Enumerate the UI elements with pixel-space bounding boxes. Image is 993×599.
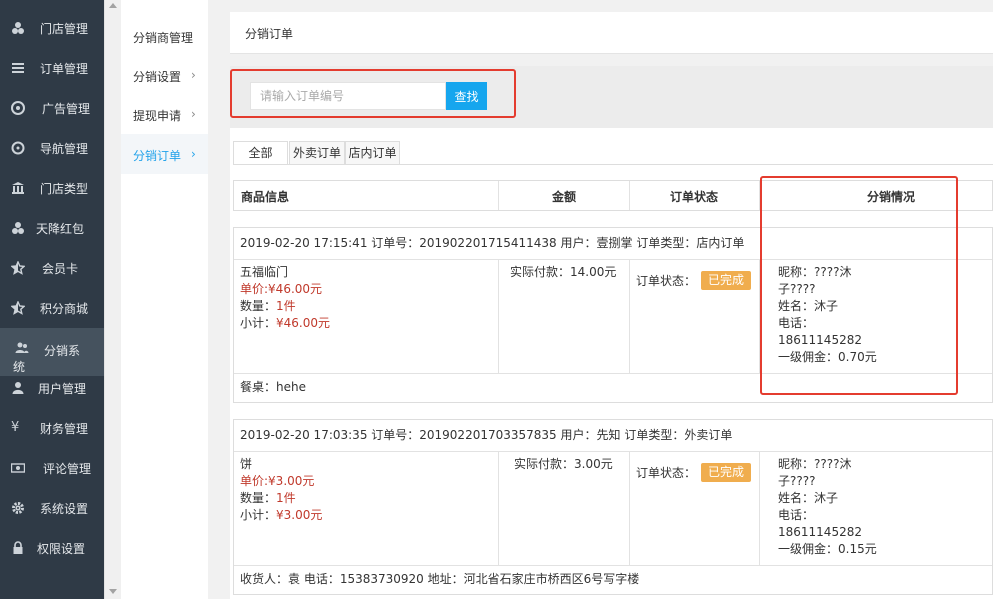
dist-nickname-cont: 子???? bbox=[778, 474, 816, 488]
sidebar-item-label: 门店管理 bbox=[40, 22, 89, 36]
product-subtotal: 小计：¥46.00元 bbox=[240, 316, 331, 330]
sidebar-item-label: 天降红包 bbox=[36, 222, 85, 236]
sidebar-item-member-card[interactable]: 会员卡 bbox=[0, 248, 104, 288]
gear-icon bbox=[11, 501, 25, 515]
tab-takeout[interactable]: 外卖订单 bbox=[289, 141, 345, 165]
sidebar-item-navigation[interactable]: 导航管理 bbox=[0, 128, 104, 168]
paid-amount: 实际付款：14.00元 bbox=[510, 265, 617, 279]
sidebar-item-label: 订单管理 bbox=[40, 62, 89, 76]
order-summary: 2019-02-20 17:03:35 订单号：2019022017033578… bbox=[240, 428, 733, 442]
cubes-icon bbox=[11, 221, 25, 235]
money-icon bbox=[11, 461, 25, 475]
list-icon bbox=[11, 61, 25, 75]
lock-icon bbox=[11, 541, 25, 555]
star-half-icon bbox=[11, 261, 25, 275]
compass-icon bbox=[11, 141, 25, 155]
sidebar-item-orders[interactable]: 订单管理 bbox=[0, 48, 104, 88]
paid-amount: 实际付款：3.00元 bbox=[514, 457, 613, 471]
status-label: 订单状态： bbox=[636, 274, 697, 288]
order-card: 2019-02-20 17:03:35 订单号：2019022017033578… bbox=[233, 419, 993, 595]
star-half-icon bbox=[11, 301, 25, 315]
order-footer: 餐桌：hehe bbox=[240, 380, 306, 394]
status-badge: 已完成 bbox=[701, 463, 751, 482]
order-footer: 收货人：袁 电话：15383730920 地址：河北省石家庄市桥西区6号写字楼 bbox=[240, 572, 640, 586]
product-name: 饼 bbox=[240, 457, 253, 471]
user-icon bbox=[11, 381, 25, 395]
main-content: 分销订单 查找 全部 外卖订单 店内订单 商品信息 金额 订单状态 分销情况 2… bbox=[208, 0, 993, 599]
submenu-item-distribution-settings[interactable]: 分销设置 › bbox=[121, 55, 208, 95]
sidebar-item-points-mall[interactable]: 积分商城 bbox=[0, 288, 104, 328]
sidebar-item-label: 导航管理 bbox=[40, 142, 89, 156]
users-icon bbox=[15, 341, 29, 355]
yen-icon: ¥ bbox=[11, 420, 20, 435]
submenu-item-label: 分销商管理 bbox=[133, 31, 194, 45]
sidebar-item-label: 系统设置 bbox=[40, 502, 89, 516]
page-header: 分销订单 bbox=[230, 12, 993, 54]
sidebar-item-label: 门店类型 bbox=[40, 182, 89, 196]
product-price: 单价:¥46.00元 bbox=[240, 282, 323, 296]
product-qty: 数量：1件 bbox=[240, 299, 296, 313]
chevron-right-icon: › bbox=[191, 107, 196, 121]
sidebar-item-finance[interactable]: ¥ 财务管理 bbox=[0, 408, 104, 448]
tab-underline bbox=[233, 164, 993, 165]
submenu-item-withdraw[interactable]: 提现申请 › bbox=[121, 94, 208, 134]
order-summary: 2019-02-20 17:15:41 订单号：2019022017154114… bbox=[240, 236, 745, 250]
submenu-item-label: 分销设置 bbox=[133, 70, 182, 84]
tab-in-store[interactable]: 店内订单 bbox=[345, 141, 400, 165]
sidebar-item-label: 权限设置 bbox=[37, 542, 86, 556]
lifebuoy-icon bbox=[11, 101, 25, 115]
tab-all[interactable]: 全部 bbox=[233, 141, 288, 165]
cubes-icon bbox=[11, 21, 25, 35]
sidebar-item-permissions[interactable]: 权限设置 bbox=[0, 528, 104, 568]
status-label: 订单状态： bbox=[636, 466, 697, 480]
main-sidebar: 门店管理 订单管理 广告管理 导航管理 门店类型 天降红包 会员卡 积分商城 分… bbox=[0, 0, 104, 599]
sidebar-item-label: 分销系 bbox=[44, 344, 81, 358]
search-highlight-box bbox=[230, 69, 516, 118]
scroll-up-arrow-icon[interactable] bbox=[109, 3, 117, 8]
sidebar-item-users[interactable]: 用户管理 bbox=[0, 368, 104, 408]
dist-phone: 18611145282 bbox=[778, 525, 862, 539]
chevron-right-icon: › bbox=[191, 147, 196, 161]
sidebar-item-store[interactable]: 门店管理 bbox=[0, 8, 104, 48]
submenu-item-label: 分销订单 bbox=[133, 149, 182, 163]
dist-commission: 一级佣金：0.15元 bbox=[778, 542, 877, 556]
sidebar-item-red-packet[interactable]: 天降红包 bbox=[0, 208, 104, 248]
submenu-item-label: 提现申请 bbox=[133, 109, 182, 123]
distribution-highlight-box bbox=[760, 176, 958, 395]
sidebar-scrollbar[interactable] bbox=[104, 0, 121, 599]
scroll-down-arrow-icon[interactable] bbox=[109, 589, 117, 594]
page-title: 分销订单 bbox=[245, 27, 294, 41]
sidebar-item-settings[interactable]: 系统设置 bbox=[0, 488, 104, 528]
product-name: 五福临门 bbox=[240, 265, 289, 279]
sidebar-item-store-type[interactable]: 门店类型 bbox=[0, 168, 104, 208]
bank-icon bbox=[11, 181, 25, 195]
sidebar-item-label: 积分商城 bbox=[40, 302, 89, 316]
product-price: 单价:¥3.00元 bbox=[240, 474, 315, 488]
sidebar-item-ads[interactable]: 广告管理 bbox=[0, 88, 104, 128]
dist-nickname: 昵称：????沐 bbox=[778, 457, 852, 471]
sidebar-item-label: 财务管理 bbox=[40, 422, 89, 436]
header-amount: 金额 bbox=[552, 190, 577, 204]
sidebar-item-label: 用户管理 bbox=[38, 382, 87, 396]
status-badge: 已完成 bbox=[701, 271, 751, 290]
sidebar-item-label: 会员卡 bbox=[42, 262, 79, 276]
dist-name: 姓名：沐子 bbox=[778, 491, 839, 505]
app-root: 门店管理 订单管理 广告管理 导航管理 门店类型 天降红包 会员卡 积分商城 分… bbox=[0, 0, 993, 599]
submenu-item-distribution-orders[interactable]: 分销订单 › bbox=[121, 134, 208, 174]
sidebar-item-label: 评论管理 bbox=[43, 462, 92, 476]
submenu-item-distributor-manage[interactable]: 分销商管理 bbox=[121, 16, 208, 56]
header-order-status: 订单状态 bbox=[670, 190, 719, 204]
header-product-info: 商品信息 bbox=[241, 190, 290, 204]
chevron-right-icon: › bbox=[191, 68, 196, 82]
product-qty: 数量：1件 bbox=[240, 491, 296, 505]
product-subtotal: 小计：¥3.00元 bbox=[240, 508, 323, 522]
dist-phone-label: 电话： bbox=[778, 508, 815, 522]
sub-menu: 分销商管理 分销设置 › 提现申请 › 分销订单 › bbox=[121, 0, 208, 599]
sidebar-item-reviews[interactable]: 评论管理 bbox=[0, 448, 104, 488]
sidebar-item-label: 广告管理 bbox=[42, 102, 91, 116]
